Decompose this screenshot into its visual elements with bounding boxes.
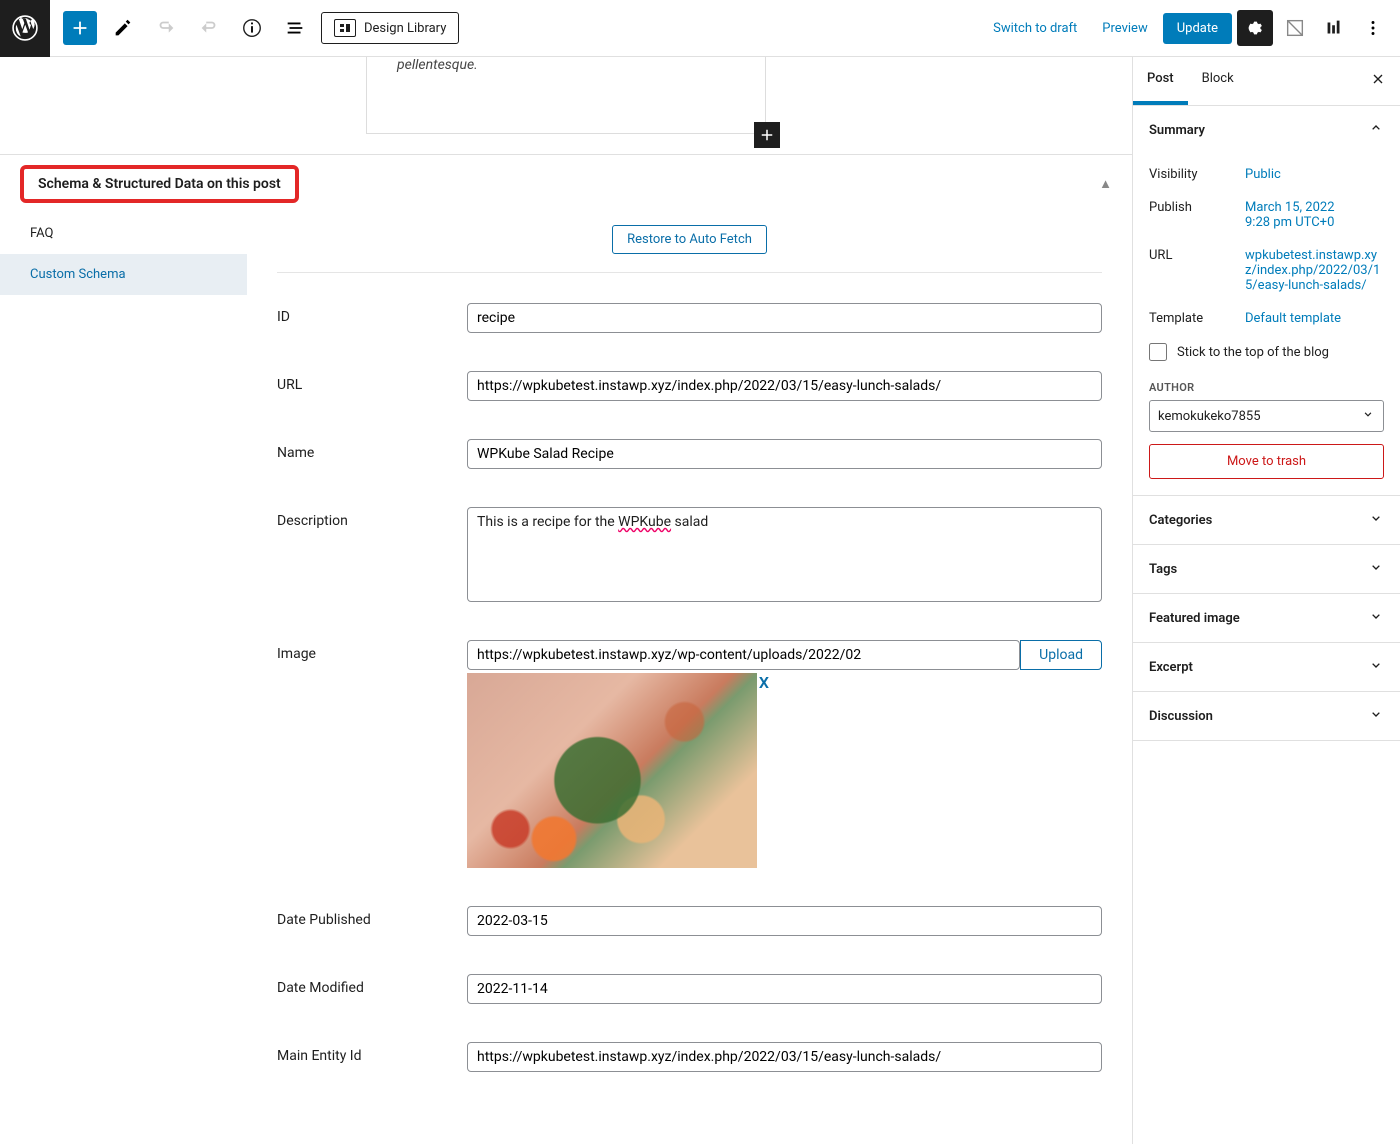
url-value[interactable]: wpkubetest.instawp.xyz/index.php/2022/03… (1245, 248, 1384, 293)
chevron-down-icon (1368, 608, 1384, 628)
chevron-up-icon: ▲ (1099, 176, 1112, 192)
remove-image-button[interactable]: X (759, 673, 769, 692)
styles-icon[interactable] (1278, 11, 1312, 45)
author-heading: AUTHOR (1149, 381, 1384, 394)
chevron-up-icon (1368, 120, 1384, 140)
field-input-date-modified[interactable] (467, 974, 1102, 1004)
schema-nav-custom-schema[interactable]: Custom Schema (0, 254, 247, 295)
stick-to-top-label: Stick to the top of the blog (1177, 345, 1329, 360)
page-preview[interactable]: pellentesque. (366, 57, 766, 134)
move-to-trash-button[interactable]: Move to trash (1149, 444, 1384, 479)
settings-icon[interactable] (1237, 10, 1273, 46)
section-discussion[interactable]: Discussion (1133, 692, 1400, 740)
schema-nav-faq[interactable]: FAQ (0, 213, 247, 254)
preview-paragraph: pellentesque. (397, 57, 735, 73)
restore-auto-fetch-button[interactable]: Restore to Auto Fetch (612, 225, 767, 254)
url-label: URL (1149, 248, 1245, 293)
visibility-value[interactable]: Public (1245, 167, 1384, 182)
preview-button[interactable]: Preview (1092, 13, 1157, 44)
edit-icon[interactable] (106, 11, 140, 45)
design-library-icon (334, 19, 356, 37)
field-label-id: ID (277, 303, 467, 325)
image-preview: X (467, 673, 757, 868)
undo-icon[interactable] (149, 11, 183, 45)
list-view-icon[interactable] (278, 11, 312, 45)
chevron-down-icon (1368, 559, 1384, 579)
section-categories[interactable]: Categories (1133, 496, 1400, 544)
field-input-main-entity-id[interactable] (467, 1042, 1102, 1072)
section-summary-header[interactable]: Summary (1133, 106, 1400, 154)
chevron-down-icon (1368, 706, 1384, 726)
visibility-label: Visibility (1149, 167, 1245, 182)
field-label-image: Image (277, 640, 467, 662)
upload-button[interactable]: Upload (1020, 640, 1102, 670)
publish-label: Publish (1149, 200, 1245, 230)
field-input-name[interactable] (467, 439, 1102, 469)
schema-panel-header[interactable]: Schema & Structured Data on this post ▲ (0, 155, 1132, 213)
stackable-icon[interactable] (1317, 11, 1351, 45)
publish-value[interactable]: March 15, 20229:28 pm UTC+0 (1245, 200, 1384, 230)
field-input-date-published[interactable] (467, 906, 1102, 936)
author-select[interactable]: kemokukeko7855 (1149, 400, 1384, 432)
template-value[interactable]: Default template (1245, 311, 1384, 326)
info-icon[interactable] (235, 11, 269, 45)
tab-block[interactable]: Block (1188, 57, 1248, 105)
update-button[interactable]: Update (1163, 13, 1232, 44)
author-value: kemokukeko7855 (1158, 409, 1261, 424)
chevron-down-icon (1361, 407, 1375, 425)
close-sidebar-icon[interactable] (1356, 57, 1400, 105)
field-label-date-published: Date Published (277, 906, 467, 928)
redo-icon[interactable] (192, 11, 226, 45)
schema-panel-title: Schema & Structured Data on this post (20, 165, 299, 203)
section-featured-image[interactable]: Featured image (1133, 594, 1400, 642)
stick-to-top-checkbox[interactable] (1149, 343, 1167, 361)
field-label-name: Name (277, 439, 467, 461)
template-label: Template (1149, 311, 1245, 326)
field-input-description[interactable]: This is a recipe for the WPKube salad (467, 507, 1102, 602)
add-block-button[interactable] (63, 11, 97, 45)
field-label-date-modified: Date Modified (277, 974, 467, 996)
field-label-main-entity-id: Main Entity Id (277, 1042, 467, 1064)
section-tags[interactable]: Tags (1133, 545, 1400, 593)
add-block-inline-button[interactable] (754, 122, 780, 148)
design-library-button[interactable]: Design Library (321, 12, 459, 44)
field-label-url: URL (277, 371, 467, 393)
field-label-description: Description (277, 507, 467, 529)
wordpress-logo[interactable] (0, 0, 50, 57)
tab-post[interactable]: Post (1133, 57, 1188, 105)
field-input-id[interactable] (467, 303, 1102, 333)
design-library-label: Design Library (364, 21, 446, 36)
section-summary-title: Summary (1149, 123, 1205, 138)
chevron-down-icon (1368, 510, 1384, 530)
section-excerpt[interactable]: Excerpt (1133, 643, 1400, 691)
field-input-url[interactable] (467, 371, 1102, 401)
field-input-image[interactable] (467, 640, 1020, 670)
switch-to-draft-button[interactable]: Switch to draft (983, 13, 1087, 44)
chevron-down-icon (1368, 657, 1384, 677)
more-options-icon[interactable] (1356, 11, 1390, 45)
